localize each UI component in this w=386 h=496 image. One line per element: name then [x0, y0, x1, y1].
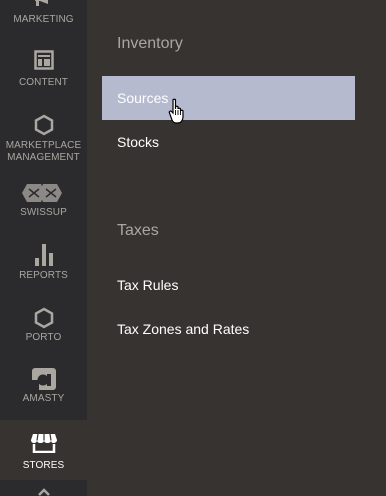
swissup-logo-icon	[21, 184, 62, 202]
sidebar-item-amasty[interactable]: AMASTY	[0, 368, 87, 408]
sidebar-item-label: MARKETING	[13, 14, 74, 25]
sidebar-item-label: STORES	[22, 460, 65, 471]
sidebar-item-label: CONTENT	[18, 77, 69, 88]
megaphone-icon	[34, 0, 48, 6]
amasty-logo-icon	[31, 368, 56, 390]
section-title-taxes: Taxes	[117, 222, 159, 239]
storefront-icon	[30, 433, 57, 453]
hand-cursor-icon	[168, 98, 184, 124]
hexagon-icon	[34, 307, 53, 329]
bar-chart-icon	[34, 244, 53, 266]
sidebar-item-label: MARKETPLACE MANAGEMENT	[5, 140, 82, 163]
menu-link-sources[interactable]: Sources	[102, 76, 355, 120]
stores-submenu-panel: Inventory Sources Stocks Taxes Tax Rules…	[87, 0, 386, 496]
sidebar-item-swissup[interactable]: SWISSUP	[0, 183, 87, 223]
sidebar-item-partial[interactable]	[0, 486, 87, 496]
menu-link-tax-rules[interactable]: Tax Rules	[102, 263, 355, 307]
menu-link-stocks[interactable]: Stocks	[102, 120, 355, 164]
admin-sidebar: MARKETING CONTENT MARKETPLACE MANAGEMENT…	[0, 0, 87, 496]
sidebar-item-reports[interactable]: REPORTS	[0, 244, 87, 284]
chevron-up-icon	[37, 488, 50, 496]
menu-link-tax-zones-and-rates[interactable]: Tax Zones and Rates	[102, 307, 355, 351]
sidebar-item-label: SWISSUP	[20, 207, 67, 218]
section-title-inventory: Inventory	[117, 35, 183, 52]
sidebar-item-label: AMASTY	[22, 393, 65, 404]
sidebar-item-marketplace-management[interactable]: MARKETPLACE MANAGEMENT	[0, 114, 87, 170]
sidebar-item-stores[interactable]: STORES	[0, 420, 87, 480]
hexagon-icon	[34, 114, 53, 136]
sidebar-item-label: PORTO	[25, 332, 62, 343]
sidebar-item-label: REPORTS	[19, 270, 68, 281]
sidebar-item-porto[interactable]: PORTO	[0, 307, 87, 347]
sidebar-item-marketing[interactable]: MARKETING	[0, 0, 87, 34]
layout-icon	[33, 50, 54, 70]
sidebar-item-content[interactable]: CONTENT	[0, 50, 87, 100]
